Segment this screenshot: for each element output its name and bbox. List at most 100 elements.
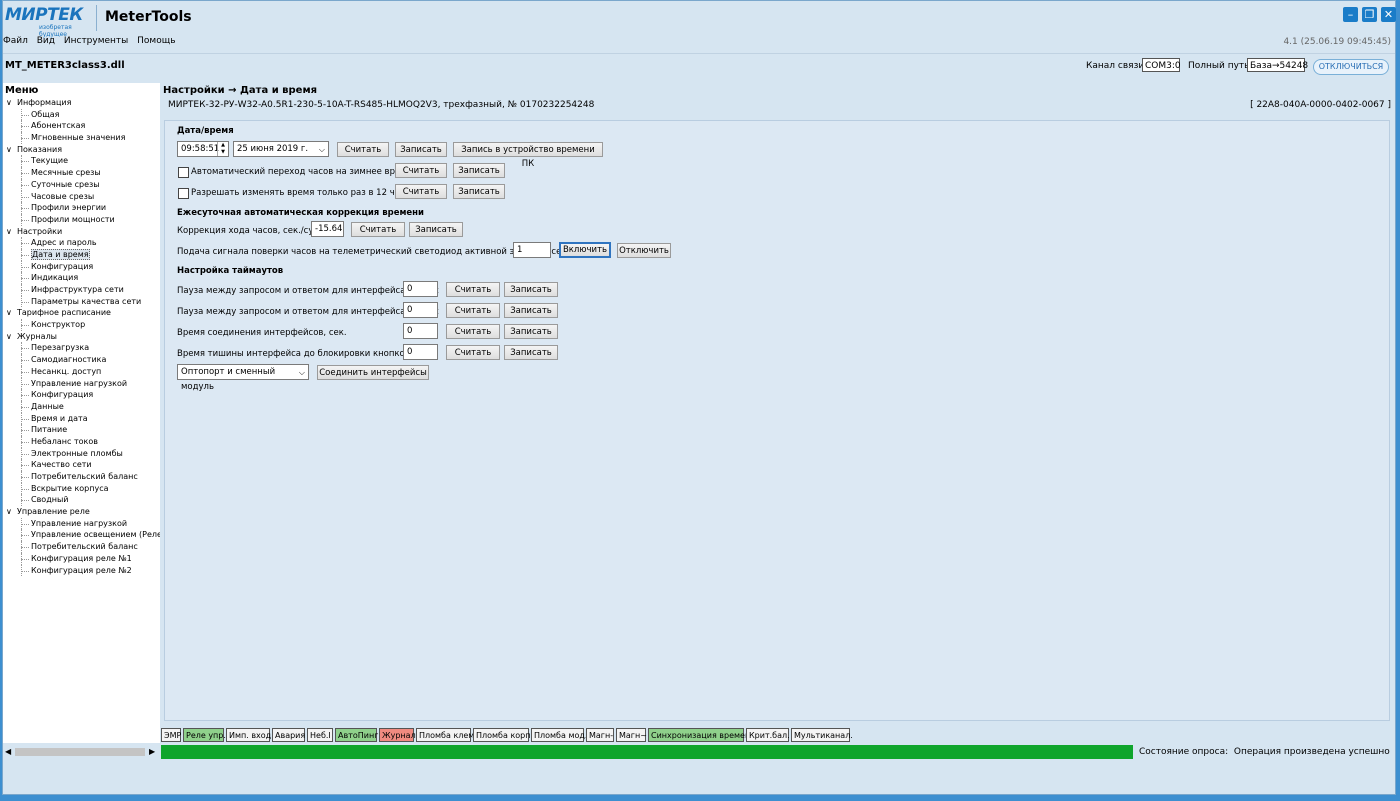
sidebar-item-label: Управление нагрузкой <box>31 378 128 388</box>
expand-chevron-icon[interactable]: ∨ <box>6 506 12 518</box>
sidebar-item[interactable]: Перезагрузка <box>3 342 160 355</box>
enable-signal-button[interactable]: Включить <box>559 242 611 258</box>
disable-signal-button[interactable]: Отключить <box>617 243 671 258</box>
expand-chevron-icon[interactable]: ∨ <box>6 144 12 156</box>
sidebar-group[interactable]: ∨ Управление реле <box>3 506 160 518</box>
write-pc-time-button[interactable]: Запись в устройство времени ПК <box>453 142 603 169</box>
sidebar-item[interactable]: Конфигурация реле №1 <box>3 552 160 565</box>
menu-file[interactable]: Файл <box>3 36 28 46</box>
sidebar-group[interactable]: ∨ Журналы <box>3 331 160 343</box>
tree-tick <box>21 208 29 210</box>
sidebar-item[interactable]: Питание <box>3 424 160 436</box>
timeout-input[interactable]: 0 <box>403 323 438 339</box>
restore-button[interactable]: ❐ <box>1362 7 1377 22</box>
expand-chevron-icon[interactable]: ∨ <box>6 97 12 109</box>
read-dst-button[interactable]: Считать <box>395 163 447 178</box>
scroll-right-icon[interactable]: ▶ <box>149 747 155 756</box>
sidebar-item[interactable]: Профили энергии <box>3 202 160 214</box>
sidebar-item[interactable]: Инфраструктура сети <box>3 284 160 296</box>
sidebar-group[interactable]: ∨ Показания <box>3 144 160 156</box>
read-timeout-button[interactable]: Считать <box>446 303 500 318</box>
read-datetime-button[interactable]: Считать <box>337 142 389 157</box>
sidebar-item[interactable]: Часовые срезы <box>3 190 160 203</box>
sidebar-item[interactable]: Дата и время <box>3 248 160 261</box>
sidebar-item[interactable]: Конфигурация реле №2 <box>3 564 160 577</box>
dst-checkbox[interactable] <box>178 167 189 178</box>
sidebar-item[interactable]: Управление нагрузкой <box>3 517 160 530</box>
sidebar-item[interactable]: Электронные пломбы <box>3 447 160 460</box>
read-timeout-button[interactable]: Считать <box>446 324 500 339</box>
expand-chevron-icon[interactable]: ∨ <box>6 331 12 343</box>
sidebar-item[interactable]: Сводный <box>3 494 160 507</box>
title-bar: МИРТЕК изобретая будущее MeterTools – ❐ … <box>3 1 1396 38</box>
read-timeout-button[interactable]: Считать <box>446 282 500 297</box>
tree-tick <box>21 406 29 408</box>
allow-change-checkbox[interactable] <box>178 188 189 199</box>
sidebar-item[interactable]: Адрес и пароль <box>3 237 160 249</box>
sidebar-item[interactable]: Общая <box>3 108 160 121</box>
sidebar-group[interactable]: ∨ Настройки <box>3 226 160 238</box>
timeout-input[interactable]: 0 <box>403 302 438 318</box>
read-timeout-button[interactable]: Считать <box>446 345 500 360</box>
expand-chevron-icon[interactable]: ∨ <box>6 307 12 319</box>
interface-select[interactable]: Оптопорт и сменный модуль ⌵ <box>177 364 309 392</box>
signal-input[interactable]: 1 <box>513 242 551 258</box>
write-timeout-button[interactable]: Записать <box>504 303 558 318</box>
sidebar-item-label: Месячные срезы <box>31 168 101 178</box>
tree-tick <box>21 418 29 420</box>
write-dst-button[interactable]: Записать <box>453 163 505 178</box>
disconnect-button[interactable]: ОТКЛЮЧИТЬСЯ <box>1313 59 1389 75</box>
scroll-left-icon[interactable]: ◀ <box>5 747 11 756</box>
sidebar-item[interactable]: Качество сети <box>3 459 160 471</box>
sidebar-group[interactable]: ∨ Тарифное расписание <box>3 307 160 319</box>
connect-interfaces-button[interactable]: Соединить интерфейсы <box>317 365 429 380</box>
sidebar-item[interactable]: Конфигурация <box>3 389 160 401</box>
sidebar-item[interactable]: Потребительский баланс <box>3 541 160 553</box>
version-label: 4.1 (25.06.19 09:45:45) <box>1283 37 1391 47</box>
sidebar-item[interactable]: Самодиагностика <box>3 354 160 366</box>
sidebar-item[interactable]: Месячные срезы <box>3 167 160 179</box>
sidebar-item[interactable]: Управление нагрузкой <box>3 377 160 390</box>
timeout-input[interactable]: 0 <box>403 281 438 297</box>
sidebar-item[interactable]: Небаланс токов <box>3 435 160 448</box>
sidebar-item[interactable]: Абонентская <box>3 120 160 133</box>
sidebar-item[interactable]: Конструктор <box>3 319 160 331</box>
read-allow-button[interactable]: Считать <box>395 184 447 199</box>
sidebar-item[interactable]: Время и дата <box>3 412 160 425</box>
rate-input[interactable]: -15.64 <box>311 221 344 237</box>
write-timeout-button[interactable]: Записать <box>504 282 558 297</box>
sidebar-item[interactable]: Индикация <box>3 272 160 284</box>
menu-help[interactable]: Помощь <box>137 36 175 46</box>
sidebar-item[interactable]: Управление освещением (Реле 0-4) <box>3 529 160 542</box>
sidebar-item[interactable]: Конфигурация <box>3 260 160 273</box>
write-timeout-button[interactable]: Записать <box>504 345 558 360</box>
menu-view[interactable]: Вид <box>37 36 55 46</box>
time-input[interactable]: 09:58:51 ▲ ▼ <box>177 141 229 157</box>
sidebar-item[interactable]: Мгновенные значения <box>3 132 160 144</box>
sidebar-item[interactable]: Профили мощности <box>3 213 160 226</box>
sidebar-item[interactable]: Вскрытие корпуса <box>3 482 160 495</box>
write-datetime-button[interactable]: Записать <box>395 142 447 157</box>
date-picker[interactable]: 25 июня 2019 г. ⌵ <box>233 141 329 157</box>
sidebar-item[interactable]: Текущие <box>3 155 160 168</box>
sidebar-item[interactable]: Данные <box>3 400 160 413</box>
read-rate-button[interactable]: Считать <box>351 222 405 237</box>
sidebar-scrollbar[interactable]: ◀ ▶ <box>3 746 160 758</box>
status-flag: Имп. вход <box>226 728 271 742</box>
menu-tools[interactable]: Инструменты <box>64 36 128 46</box>
write-timeout-button[interactable]: Записать <box>504 324 558 339</box>
sidebar-item[interactable]: Несанкц. доступ <box>3 365 160 378</box>
write-allow-button[interactable]: Записать <box>453 184 505 199</box>
close-button[interactable]: ✕ <box>1381 7 1396 22</box>
sidebar-item[interactable]: Суточные срезы <box>3 178 160 191</box>
sidebar-item[interactable]: Потребительский баланс <box>3 471 160 483</box>
timeout-input[interactable]: 0 <box>403 344 438 360</box>
expand-chevron-icon[interactable]: ∨ <box>6 226 12 238</box>
write-rate-button[interactable]: Записать <box>409 222 463 237</box>
time-spinner-icon[interactable]: ▲ ▼ <box>217 142 228 156</box>
sidebar-group[interactable]: ∨ Информация <box>3 97 160 109</box>
scroll-thumb[interactable] <box>15 748 145 756</box>
sidebar-item[interactable]: Параметры качества сети <box>3 295 160 308</box>
minimize-button[interactable]: – <box>1343 7 1358 22</box>
tree-tick <box>21 535 29 537</box>
